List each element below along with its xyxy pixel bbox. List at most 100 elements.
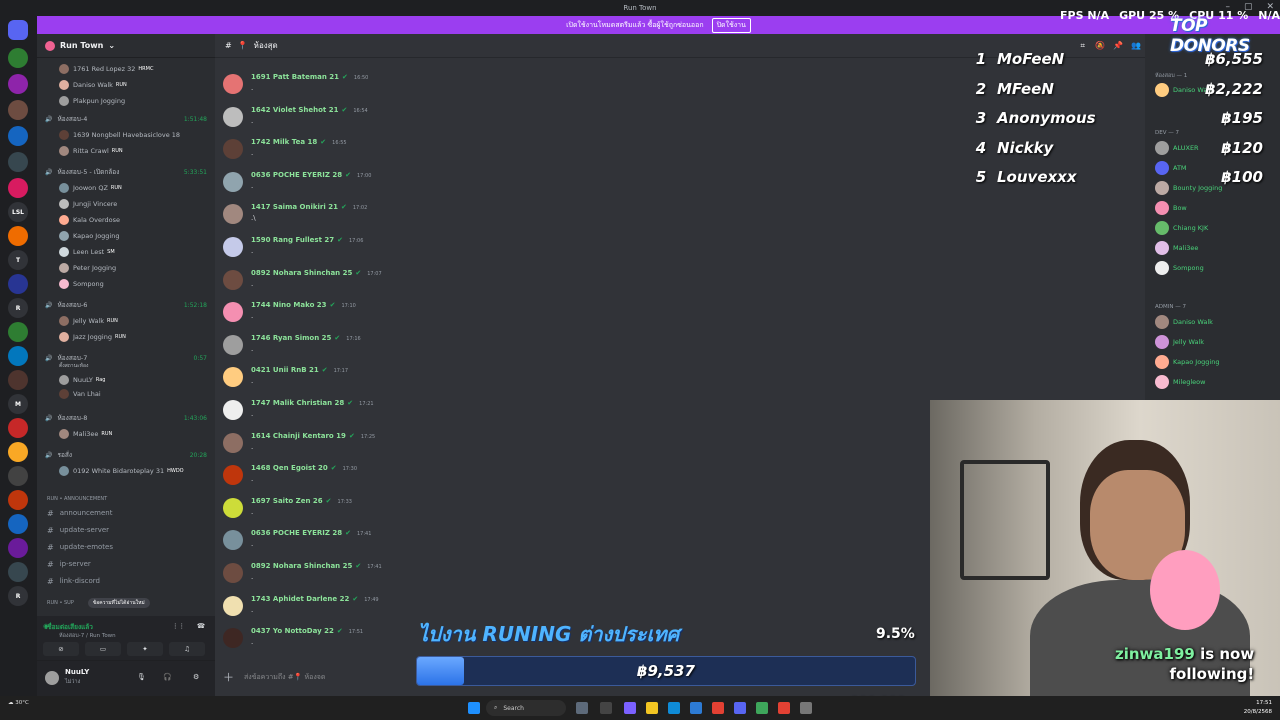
voice-user[interactable]: 1761 Red Lopez 32 HRMC	[37, 62, 215, 76]
taskbar-app-icon[interactable]	[800, 702, 812, 714]
member-item[interactable]: Mali3ee	[1155, 240, 1280, 256]
text-channel-link-discord[interactable]: # link-discord	[37, 574, 215, 588]
server-icon[interactable]	[8, 74, 28, 94]
avatar[interactable]	[223, 530, 243, 551]
voice-channel-4[interactable]: 🔊 ห้องสอบ-6 1:52:18	[37, 298, 215, 312]
server-icon[interactable]	[8, 346, 28, 366]
pin-icon[interactable]: 📌	[1113, 41, 1123, 50]
avatar[interactable]	[223, 563, 243, 583]
voice-user[interactable]: Daniso Walk RUN	[37, 78, 215, 92]
voice-user[interactable]: NuuLY Rag	[37, 373, 215, 387]
member-item[interactable]: Daniso Walk	[1155, 314, 1280, 330]
task-view-icon[interactable]	[600, 702, 612, 714]
text-channel-update-emotes[interactable]: # update-emotes	[37, 540, 215, 554]
message-author[interactable]: 1747 Malik Christian 28 ✔ 17:21	[251, 399, 374, 407]
server-icon[interactable]	[8, 100, 28, 120]
disconnect-icon[interactable]: ☎	[197, 622, 205, 630]
avatar[interactable]	[223, 400, 243, 420]
server-icon[interactable]	[8, 514, 28, 534]
server-icon[interactable]: M	[8, 394, 28, 414]
message-author[interactable]: 1743 Aphidet Darlene 22 ✔ 17:49	[251, 595, 379, 603]
server-icon[interactable]	[8, 490, 28, 510]
category-support[interactable]: RUN • SUP ข้อความที่ไม่ได้อ่านใหม่	[37, 596, 215, 610]
chrome-icon[interactable]	[712, 702, 724, 714]
message-author[interactable]: 1691 Patt Bateman 21 ✔ 16:50	[251, 73, 368, 81]
message-author[interactable]: 1417 Saima Onikiri 21 ✔ 17:02	[251, 203, 367, 211]
category-announcement[interactable]: RUN • ANNOUNCEMENT	[37, 492, 215, 506]
text-channel-announcement[interactable]: # announcement	[37, 506, 215, 520]
voice-user[interactable]: Jazz Jogging RUN	[37, 330, 215, 344]
avatar[interactable]	[45, 671, 59, 685]
unread-pill[interactable]: ข้อความที่ไม่ได้อ่านใหม่	[87, 598, 150, 608]
voice-user[interactable]: Joowon QZ RUN	[37, 181, 215, 195]
server-icon[interactable]: T	[8, 250, 28, 270]
voice-user[interactable]: Leen Lest SM	[37, 245, 215, 259]
deafen-icon[interactable]: 🎧	[163, 673, 172, 681]
text-channel-update-server[interactable]: # update-server	[37, 523, 215, 537]
server-icon[interactable]: R	[8, 298, 28, 318]
text-channel-ip-server[interactable]: # ip-server	[37, 557, 215, 571]
server-icon[interactable]: R	[8, 586, 28, 606]
voice-user[interactable]: Mali3ee RUN	[37, 427, 215, 441]
server-header[interactable]: Run Town ⌄	[37, 34, 215, 58]
composer-placeholder[interactable]: ส่งข้อความถึง #📍 ห้องจด	[244, 672, 325, 683]
soundboard-button[interactable]: ♫	[169, 642, 205, 656]
message-author[interactable]: 1746 Ryan Simon 25 ✔ 17:16	[251, 334, 361, 342]
message-composer[interactable]: ＋ ส่งข้อความถึง #📍 ห้องจด	[223, 666, 423, 688]
voice-user[interactable]: Kala Overdose	[37, 213, 215, 227]
voice-user[interactable]: Jungji Vincere	[37, 197, 215, 211]
avatar[interactable]	[223, 367, 243, 388]
member-item[interactable]: Chiang KJK	[1155, 220, 1280, 236]
server-icon[interactable]	[8, 538, 28, 558]
voice-user[interactable]: 1639 Nongbell Havebasiclove 18	[37, 128, 215, 142]
taskbar-app-icon[interactable]	[778, 702, 790, 714]
avatar[interactable]	[223, 432, 243, 453]
voice-user[interactable]: Van Lhai	[37, 387, 215, 401]
avatar[interactable]	[223, 204, 243, 225]
taskbar-app-icon[interactable]	[624, 702, 636, 714]
voice-user[interactable]: Plakpun Jogging	[37, 94, 215, 108]
voice-user[interactable]: Kapao Jogging	[37, 229, 215, 243]
message-author[interactable]: 1468 Qen Egoist 20 ✔ 17:30	[251, 464, 357, 472]
server-icon[interactable]	[8, 152, 28, 172]
server-icon[interactable]	[8, 48, 28, 68]
camera-button[interactable]: ⊘	[43, 642, 79, 656]
avatar[interactable]	[223, 106, 243, 127]
message-author[interactable]: 0636 POCHE EYERIZ 28 ✔ 17:41	[251, 529, 371, 537]
member-item[interactable]: Sompong	[1155, 260, 1280, 276]
member-item[interactable]: Jelly Walk	[1155, 334, 1280, 350]
voice-user[interactable]: Ritta Crawl RUN	[37, 144, 215, 158]
message-author[interactable]: 0421 Unii RnB 21 ✔ 17:17	[251, 366, 348, 374]
voice-channel-3[interactable]: 🔊 ห้องสอบ-5 - เปิดกล้อง 5:33:51	[37, 165, 215, 179]
server-icon[interactable]	[8, 370, 28, 390]
voice-user[interactable]: 0192 White Bidaroteplay 31 HWDO	[37, 464, 215, 478]
avatar[interactable]	[223, 302, 243, 323]
server-icon[interactable]	[8, 562, 28, 582]
avatar[interactable]	[223, 237, 243, 257]
server-icon[interactable]	[8, 274, 28, 294]
server-icon[interactable]	[8, 126, 28, 146]
avatar[interactable]	[223, 595, 243, 616]
weather-widget[interactable]: ☁ 30°C	[8, 700, 29, 706]
voice-channel-7[interactable]: 🔊 รอสั่ง 20:28	[37, 448, 215, 462]
message-author[interactable]: 0636 POCHE EYERIZ 28 ✔ 17:00	[251, 171, 371, 179]
member-list-icon[interactable]: 👥	[1131, 41, 1141, 50]
mute-channel-icon[interactable]: 🔕	[1095, 41, 1105, 50]
message-author[interactable]: 0437 Yo NottoDay 22 ✔ 17:51	[251, 627, 363, 635]
server-icon[interactable]	[8, 466, 28, 486]
avatar[interactable]	[223, 139, 243, 160]
add-attachment-icon[interactable]: ＋	[223, 669, 234, 685]
member-item[interactable]: Bow	[1155, 200, 1280, 216]
activities-button[interactable]: ✦	[127, 642, 163, 656]
server-icon[interactable]	[8, 322, 28, 342]
discord-icon[interactable]	[734, 702, 746, 714]
mute-icon[interactable]: 🎙	[137, 673, 146, 681]
message-author[interactable]: 1742 Milk Tea 18 ✔ 16:55	[251, 138, 347, 146]
avatar[interactable]	[223, 497, 243, 518]
screenshare-button[interactable]: ▭	[85, 642, 121, 656]
member-item[interactable]: Milegleow	[1155, 374, 1280, 390]
avatar[interactable]	[223, 74, 243, 94]
file-explorer-icon[interactable]	[646, 702, 658, 714]
voice-user[interactable]: Jelly Walk RUN	[37, 314, 215, 328]
threads-icon[interactable]: ⌗	[1080, 41, 1085, 51]
